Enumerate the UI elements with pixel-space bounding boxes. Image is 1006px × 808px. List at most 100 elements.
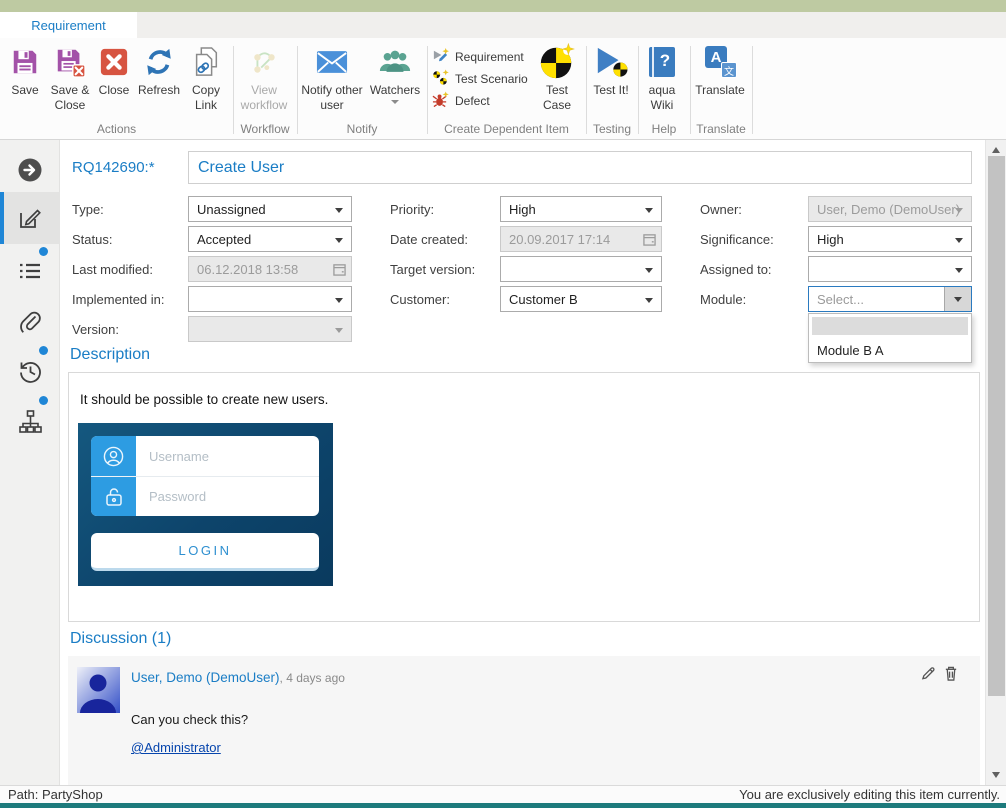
save-and-close-button[interactable]: Save & Close [48,44,92,113]
chevron-down-icon [645,268,653,273]
implemented-in-select[interactable] [188,286,352,312]
owner-select: User, Demo (DemoUser) [808,196,972,222]
refresh-icon [144,44,174,80]
close-icon [99,44,129,80]
chevron-down-icon [335,238,343,243]
customer-label: Customer: [390,292,450,307]
priority-label: Priority: [390,202,434,217]
ribbon-separator [427,46,428,134]
save-and-close-icon [54,44,86,80]
hierarchy-icon [17,408,44,435]
mention-link[interactable]: @Administrator [131,740,221,755]
tab-requirement[interactable]: Requirement [0,12,137,38]
hierarchy-notification-dot [39,396,48,405]
edit-icon [17,205,43,231]
delete-comment-button[interactable] [944,666,958,686]
sidebar-item-attachments[interactable] [0,298,60,346]
status-select[interactable]: Accepted [188,226,352,252]
chevron-down-icon [335,298,343,303]
module-select[interactable]: Select... [808,286,972,312]
copy-link-icon [191,44,221,80]
scroll-up-arrow-icon[interactable] [992,147,1000,153]
group-label-workflow: Workflow [233,122,297,136]
calendar-icon [333,263,346,279]
module-option[interactable]: Module B A [809,338,971,362]
password-placeholder: Password [149,476,311,516]
description-editor[interactable]: It should be possible to create new user… [68,372,980,622]
list-icon [17,258,43,284]
save-icon [10,44,40,80]
list-notification-dot [39,247,48,256]
create-test-scenario-button[interactable]: Test Scenario [432,69,528,89]
test-scenario-new-icon [432,69,449,89]
copy-link-button[interactable]: Copy Link [184,44,228,113]
last-modified-label: Last modified: [72,262,153,277]
sidebar-item-history[interactable] [0,346,60,396]
chevron-down-icon [955,238,963,243]
test-it-button[interactable]: Test It! [590,44,632,98]
sidebar-item-list[interactable] [0,246,60,296]
watchers-button[interactable]: Watchers [367,44,423,104]
customer-select[interactable]: Customer B [500,286,662,312]
item-editor: RQ142690:* Create User Type: Unassigned … [60,140,985,785]
type-select[interactable]: Unassigned [188,196,352,222]
history-icon [17,358,44,385]
scroll-down-arrow-icon[interactable] [992,772,1000,778]
chevron-down-icon [955,268,963,273]
view-workflow-button[interactable]: View workflow [234,44,294,113]
ribbon-separator [297,46,298,134]
item-id-label: RQ142690:* [72,159,155,176]
test-it-icon [593,44,629,80]
refresh-button[interactable]: Refresh [136,44,182,98]
module-label: Module: [700,292,746,307]
save-button[interactable]: Save [4,44,46,98]
login-button-graphic: LOGIN [91,533,319,571]
scrollbar-thumb[interactable] [988,156,1005,696]
sidebar-collapse-button[interactable] [0,148,60,192]
edit-comment-button[interactable] [921,666,936,686]
login-mockup-image: Username Password LOGIN [78,423,333,586]
module-dropdown-button[interactable] [944,287,971,311]
paperclip-icon [17,309,43,335]
group-label-testing: Testing [586,122,638,136]
group-label-actions: Actions [0,122,233,136]
sidebar-item-hierarchy[interactable] [0,396,60,446]
comment-timestamp: , 4 days ago [280,671,345,685]
date-created-label: Date created: [390,232,468,247]
sidebar-item-edit[interactable] [0,192,60,244]
assigned-to-label: Assigned to: [700,262,772,277]
chevron-down-icon [645,298,653,303]
ribbon-toolbar: Save Save & Close Close Refresh Copy Lin [0,38,1006,140]
translate-button[interactable]: A文 Translate [692,44,748,98]
comment-author-name[interactable]: User, Demo (DemoUser) [131,670,280,685]
target-version-select[interactable] [500,256,662,282]
version-label: Version: [72,322,119,337]
aqua-wiki-button[interactable]: ? aqua Wiki [642,44,682,113]
app-window: Requirement Save Save & Close Close [0,0,1006,808]
envelope-icon [316,44,348,80]
translate-icon: A文 [703,44,737,80]
create-defect-button[interactable]: Defect [432,91,490,111]
module-option-empty[interactable] [812,317,968,335]
ribbon-separator [752,46,753,134]
significance-select[interactable]: High [808,226,972,252]
item-title-input[interactable]: Create User [188,151,972,184]
type-label: Type: [72,202,104,217]
create-requirement-button[interactable]: Requirement [432,47,524,67]
lock-icon [105,487,123,507]
chevron-down-icon [954,297,962,302]
implemented-in-label: Implemented in: [72,292,165,307]
create-test-case-button[interactable]: Test Case [534,44,580,113]
status-label: Status: [72,232,112,247]
chevron-down-icon [335,208,343,213]
priority-select[interactable]: High [500,196,662,222]
discussion-panel: User, Demo (DemoUser), 4 days ago Can yo… [68,656,980,785]
close-button[interactable]: Close [94,44,134,98]
notify-other-user-button[interactable]: Notify other user [299,44,365,113]
item-path: Path: PartyShop [8,787,103,802]
left-sidebar [0,140,60,785]
vertical-scrollbar[interactable] [985,140,1006,785]
user-icon [103,446,124,467]
significance-label: Significance: [700,232,774,247]
assigned-to-select[interactable] [808,256,972,282]
